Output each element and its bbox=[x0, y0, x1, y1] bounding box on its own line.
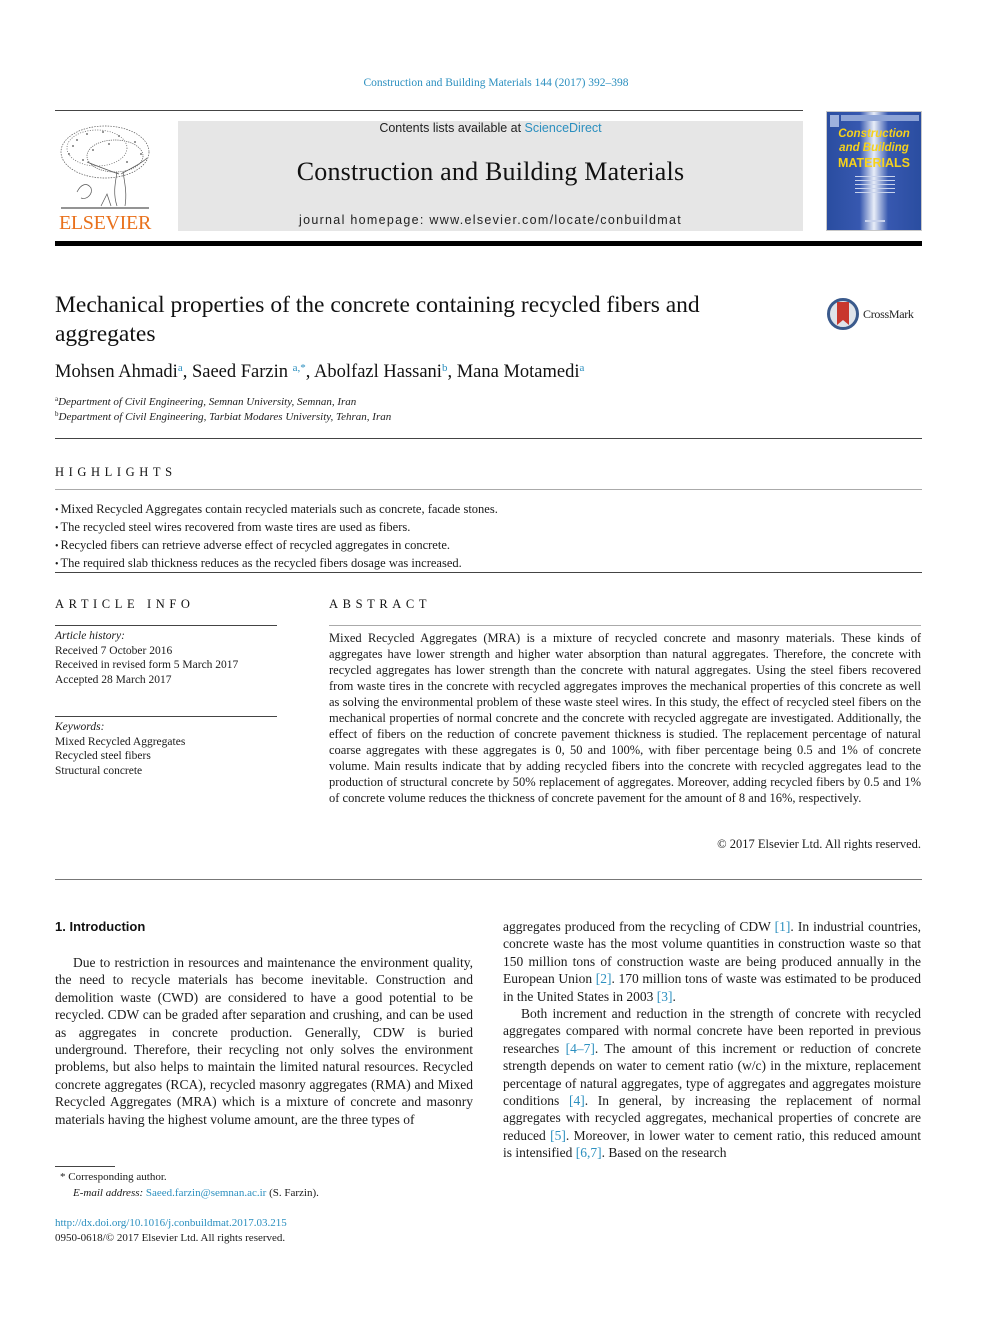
affiliation: aDepartment of Civil Engineering, Semnan… bbox=[55, 395, 356, 408]
body-paragraph: aggregates produced from the recycling o… bbox=[503, 918, 921, 1005]
highlight-item: The recycled steel wires recovered from … bbox=[55, 519, 915, 537]
abstract-rule bbox=[329, 625, 921, 626]
article-history-label: Article history: bbox=[55, 630, 125, 642]
front-matter-divider bbox=[55, 879, 922, 880]
history-revised: Received in revised form 5 March 2017 bbox=[55, 659, 239, 671]
affiliation-text: Department of Civil Engineering, Tarbiat… bbox=[58, 411, 392, 423]
keywords-label: Keywords: bbox=[55, 721, 105, 733]
cover-title: Construction and Building bbox=[827, 127, 921, 155]
author-name[interactable]: Mohsen Ahmadi bbox=[55, 362, 178, 382]
footnote-rule bbox=[55, 1166, 115, 1167]
reference-link[interactable]: [4] bbox=[569, 1093, 585, 1108]
email-link[interactable]: Saeed.farzin@semnan.ac.ir bbox=[146, 1187, 266, 1199]
highlight-item: The required slab thickness reduces as t… bbox=[55, 555, 915, 573]
body-paragraph: Both increment and reduction in the stre… bbox=[503, 1005, 921, 1162]
doi-link[interactable]: http://dx.doi.org/10.1016/j.conbuildmat.… bbox=[55, 1217, 287, 1229]
highlight-item: Recycled fibers can retrieve adverse eff… bbox=[55, 537, 915, 555]
body-text: . Based on the research bbox=[601, 1145, 727, 1161]
author-separator: , bbox=[447, 362, 457, 382]
article-info-rule bbox=[55, 625, 277, 626]
reference-link[interactable]: [3] bbox=[657, 989, 673, 1004]
author-name[interactable]: Abolfazl Hassani bbox=[314, 362, 442, 382]
body-paragraph: Due to restriction in resources and main… bbox=[55, 955, 473, 1127]
email-suffix: (S. Farzin). bbox=[266, 1187, 319, 1199]
cover-subtitle-lines bbox=[855, 176, 895, 196]
issn-copyright: 0950-0618/© 2017 Elsevier Ltd. All right… bbox=[55, 1232, 286, 1244]
highlights-heading: HIGHLIGHTS bbox=[55, 465, 177, 479]
article-info-heading: ARTICLE INFO bbox=[55, 597, 195, 611]
body-column-left: Due to restriction in resources and main… bbox=[55, 954, 473, 1128]
author-name[interactable]: Saeed Farzin bbox=[192, 362, 288, 382]
abstract-copyright: © 2017 Elsevier Ltd. All rights reserved… bbox=[717, 837, 921, 851]
author-separator: , bbox=[182, 362, 192, 382]
highlights-bottom-rule bbox=[55, 572, 922, 573]
cover-header-bar bbox=[841, 115, 919, 121]
history-received: Received 7 October 2016 bbox=[55, 644, 173, 657]
abstract-text: Mixed Recycled Aggregates (MRA) is a mix… bbox=[329, 631, 921, 805]
corresponding-author-note: * Corresponding author. bbox=[60, 1171, 167, 1183]
highlight-item: Mixed Recycled Aggregates contain recycl… bbox=[55, 501, 915, 519]
masthead-top-rule bbox=[55, 110, 803, 111]
sciencedirect-link[interactable]: ScienceDirect bbox=[525, 121, 602, 135]
cover-footer-mark bbox=[865, 220, 885, 222]
body-text: . bbox=[672, 988, 676, 1004]
author-name[interactable]: Mana Motamedi bbox=[457, 362, 580, 382]
contents-availability: Contents lists available at ScienceDirec… bbox=[178, 121, 803, 135]
keywords-rule bbox=[55, 716, 277, 717]
elsevier-wordmark: ELSEVIER bbox=[58, 212, 152, 234]
email-note: E-mail address: Saeed.farzin@semnan.ac.i… bbox=[73, 1187, 319, 1199]
author-affiliation-marker[interactable]: a,* bbox=[293, 362, 306, 374]
section-heading-introduction: 1. Introduction bbox=[55, 919, 146, 934]
abstract-heading: ABSTRACT bbox=[329, 597, 432, 611]
highlights-top-rule bbox=[55, 489, 922, 490]
masthead-bottom-rule bbox=[55, 241, 922, 246]
journal-cover-image[interactable]: Construction and Building MATERIALS bbox=[826, 111, 922, 231]
reference-link[interactable]: [1] bbox=[775, 919, 791, 934]
crossmark-label: CrossMark bbox=[863, 307, 914, 321]
article-title: Mechanical properties of the concrete co… bbox=[55, 292, 700, 347]
affiliation: bDepartment of Civil Engineering, Tarbia… bbox=[55, 410, 391, 423]
journal-title: Construction and Building Materials bbox=[296, 157, 685, 186]
cover-publisher-icon bbox=[830, 115, 839, 127]
author-affiliation-marker[interactable]: a bbox=[580, 362, 585, 374]
elsevier-logo[interactable]: ELSEVIER bbox=[55, 120, 155, 235]
contents-prefix: Contents lists available at bbox=[379, 121, 525, 135]
keyword-item: Recycled steel fibers bbox=[55, 750, 151, 762]
reference-link[interactable]: [2] bbox=[596, 971, 612, 986]
journal-masthead: Contents lists available at ScienceDirec… bbox=[178, 121, 803, 231]
email-label: E-mail address: bbox=[73, 1187, 146, 1199]
keyword-item: Structural concrete bbox=[55, 764, 143, 777]
body-text: aggregates produced from the recycling o… bbox=[503, 919, 775, 934]
keywords: Keywords: Mixed Recycled Aggregates Recy… bbox=[55, 720, 277, 778]
journal-citation-link[interactable]: Construction and Building Materials 144 … bbox=[0, 77, 992, 89]
journal-homepage[interactable]: journal homepage: www.elsevier.com/locat… bbox=[178, 213, 803, 227]
reference-link[interactable]: [4–7] bbox=[566, 1041, 595, 1056]
keyword-item: Mixed Recycled Aggregates bbox=[55, 735, 186, 748]
cover-title-line1: Construction bbox=[838, 128, 910, 140]
reference-link[interactable]: [6,7] bbox=[576, 1145, 602, 1160]
affiliation-text: Department of Civil Engineering, Semnan … bbox=[58, 396, 357, 408]
author-list: Mohsen Ahmadi a, Saeed Farzin a,*, Abolfa… bbox=[55, 362, 855, 383]
body-column-right: aggregates produced from the recycling o… bbox=[503, 918, 921, 1162]
elsevier-tree-icon bbox=[57, 122, 153, 212]
reference-link[interactable]: [5] bbox=[550, 1128, 566, 1143]
author-separator: , bbox=[305, 362, 315, 382]
article-history: Article history: Received 7 October 2016… bbox=[55, 629, 277, 687]
history-accepted: Accepted 28 March 2017 bbox=[55, 673, 172, 686]
crossmark-icon bbox=[827, 298, 859, 330]
highlights-list: Mixed Recycled Aggregates contain recycl… bbox=[55, 501, 915, 573]
cover-title-line2: and Building bbox=[839, 142, 909, 154]
cover-title-line3: MATERIALS bbox=[838, 156, 910, 170]
title-block-divider bbox=[55, 438, 922, 439]
crossmark-button[interactable]: CrossMark bbox=[826, 297, 926, 333]
